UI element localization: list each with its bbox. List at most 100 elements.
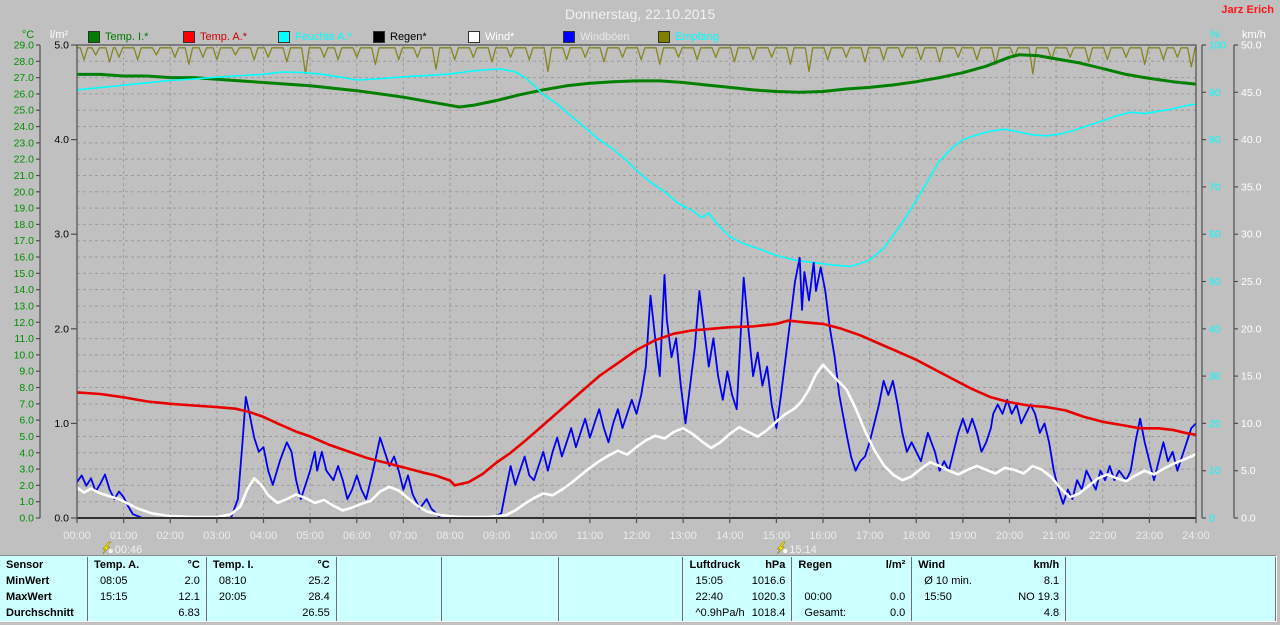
table-cell-row bbox=[1066, 573, 1275, 589]
humidity-axis-tick-label: 100 bbox=[1209, 40, 1227, 52]
cell-value bbox=[1269, 605, 1275, 621]
rain-axis-tick-label: 1.0 bbox=[54, 418, 69, 430]
weather-chart: °C0.01.02.03.04.05.06.07.08.09.010.011.0… bbox=[0, 0, 1280, 555]
rain-axis-tick-label: 0.0 bbox=[54, 513, 69, 525]
cell-time bbox=[442, 573, 454, 589]
table-column-header: LuftdruckhPa bbox=[683, 557, 791, 573]
cell-time bbox=[792, 573, 804, 589]
cell-time bbox=[1066, 589, 1078, 605]
temp-axis-tick-label: 23.0 bbox=[14, 137, 35, 149]
cell-time bbox=[337, 605, 349, 621]
table-cell-row: 15:50NO 19.3 bbox=[912, 589, 1065, 605]
wind-axis-tick-label: 10.0 bbox=[1241, 418, 1262, 430]
cell-time: 08:10 bbox=[207, 573, 247, 589]
table-cell-row: 15:1512.1 bbox=[88, 589, 206, 605]
table-column-empty bbox=[1066, 557, 1276, 621]
event-marker: 15:14 bbox=[777, 542, 817, 555]
table-column-temp-a-: Temp. A.°C08:052.015:1512.16.83 bbox=[88, 557, 207, 621]
cell-value bbox=[552, 573, 558, 589]
cell-value bbox=[1269, 589, 1275, 605]
rain-axis-tick-label: 3.0 bbox=[54, 229, 69, 241]
table-cell-row: 20:05 28.4 bbox=[207, 589, 336, 605]
x-axis-tick-label: 03:00 bbox=[203, 530, 231, 542]
cell-value: 8.1 bbox=[1044, 573, 1065, 589]
temp-axis-tick-label: 4.0 bbox=[19, 447, 34, 459]
temp-axis-tick-label: 9.0 bbox=[19, 366, 34, 378]
cell-time: 08:05 bbox=[88, 573, 128, 589]
table-cell-row bbox=[442, 573, 558, 589]
x-axis-tick-label: 12:00 bbox=[623, 530, 651, 542]
table-cell-row: Gesamt:0.0 bbox=[792, 605, 911, 621]
x-axis-tick-label: 21:00 bbox=[1042, 530, 1070, 542]
temp-axis-tick-label: 10.0 bbox=[14, 349, 35, 361]
cell-time: 15:05 bbox=[683, 573, 723, 589]
table-cell-row: 15:051016.6 bbox=[683, 573, 791, 589]
table-cell-row: 22:401020.3 bbox=[683, 589, 791, 605]
x-axis: 00:0001:0002:0003:0004:0005:0006:0007:00… bbox=[63, 518, 1210, 542]
event-marker-time: 00:46 bbox=[115, 544, 143, 555]
table-column-empty bbox=[559, 557, 684, 621]
table-cell-row bbox=[559, 589, 683, 605]
table-column-header bbox=[442, 557, 558, 573]
x-axis-tick-label: 23:00 bbox=[1136, 530, 1164, 542]
humidity-axis-tick-label: 60 bbox=[1209, 229, 1221, 241]
column-sensor-name bbox=[442, 557, 448, 573]
rain-axis-tick-label: 4.0 bbox=[54, 134, 69, 146]
cell-time: Ø 10 min. bbox=[912, 573, 972, 589]
temp-axis-tick-label: 5.0 bbox=[19, 431, 34, 443]
column-unit bbox=[1269, 557, 1275, 573]
cell-value: 1020.3 bbox=[752, 589, 792, 605]
table-cell-row bbox=[1066, 605, 1275, 621]
temp-axis-tick-label: 16.0 bbox=[14, 252, 35, 264]
cell-value: 0.0 bbox=[890, 605, 911, 621]
table-cell-row: ^0.9hPa/h1018.4 bbox=[683, 605, 791, 621]
column-unit bbox=[435, 557, 441, 573]
column-unit: km/h bbox=[1033, 557, 1065, 573]
temp-axis-tick-label: 14.0 bbox=[14, 284, 35, 296]
wind-axis-tick-label: 15.0 bbox=[1241, 371, 1262, 383]
table-column-wind: Windkm/hØ 10 min.8.115:50NO 19.34.8 bbox=[912, 557, 1066, 621]
temp-axis-tick-label: 1.0 bbox=[19, 496, 34, 508]
cell-value: 28.4 bbox=[308, 589, 335, 605]
cell-value: 12.1 bbox=[178, 589, 205, 605]
cell-time bbox=[337, 573, 349, 589]
column-unit bbox=[552, 557, 558, 573]
humidity-axis-tick-label: 50 bbox=[1209, 276, 1221, 288]
rain-axis-tick-label: 5.0 bbox=[54, 40, 69, 52]
temp-axis-tick-label: 24.0 bbox=[14, 121, 35, 133]
cell-value: 4.8 bbox=[1044, 605, 1065, 621]
cell-time bbox=[337, 589, 349, 605]
wind-axis: km/h0.05.010.015.020.025.030.035.040.045… bbox=[1234, 29, 1266, 525]
cell-value bbox=[1269, 573, 1275, 589]
cell-time bbox=[559, 605, 571, 621]
table-row-label: Sensor bbox=[0, 557, 87, 573]
cell-time: 20:05 bbox=[207, 589, 247, 605]
table-cell-row bbox=[337, 589, 441, 605]
wind-axis-tick-label: 45.0 bbox=[1241, 87, 1262, 99]
temp-axis-tick-label: 15.0 bbox=[14, 268, 35, 280]
table-column-header bbox=[559, 557, 683, 573]
wind-axis-tick-label: 40.0 bbox=[1241, 134, 1262, 146]
column-unit: °C bbox=[188, 557, 206, 573]
cell-value bbox=[435, 573, 441, 589]
table-row-label: MaxWert bbox=[0, 589, 87, 605]
x-axis-tick-label: 14:00 bbox=[716, 530, 744, 542]
cell-value bbox=[435, 605, 441, 621]
cell-time bbox=[88, 605, 100, 621]
temp-axis-tick-label: 22.0 bbox=[14, 154, 35, 166]
temp-axis-tick-label: 2.0 bbox=[19, 480, 34, 492]
cell-time bbox=[559, 589, 571, 605]
temp-axis-tick-label: 0.0 bbox=[19, 513, 34, 525]
temp-axis-tick-label: 20.0 bbox=[14, 186, 35, 198]
cell-time bbox=[1066, 573, 1078, 589]
temp-axis-tick-label: 6.0 bbox=[19, 415, 34, 427]
x-axis-tick-label: 04:00 bbox=[250, 530, 278, 542]
cell-time bbox=[1066, 605, 1078, 621]
table-cell-row: 08:1025.2 bbox=[207, 573, 336, 589]
humidity-axis-tick-label: 0 bbox=[1209, 513, 1215, 525]
humidity-axis-tick-label: 10 bbox=[1209, 465, 1221, 477]
table-column-empty bbox=[442, 557, 559, 621]
table-column-header bbox=[1066, 557, 1275, 573]
event-marker-time: 15:14 bbox=[789, 544, 817, 555]
table-column-header: Regenl/m² bbox=[792, 557, 911, 573]
